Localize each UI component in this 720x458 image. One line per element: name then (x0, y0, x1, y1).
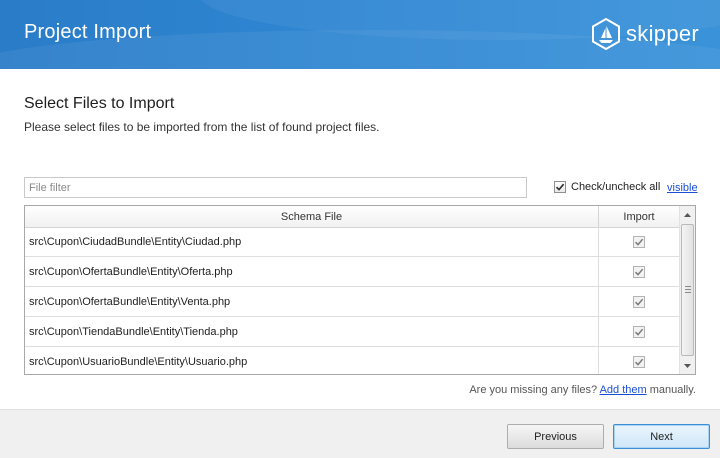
import-checkbox[interactable] (633, 295, 645, 308)
table-row[interactable]: src\Cupon\OfertaBundle\Entity\Venta.php (25, 287, 679, 317)
schema-file-cell: src\Cupon\OfertaBundle\Entity\Venta.php (25, 287, 599, 316)
table-row[interactable]: src\Cupon\OfertaBundle\Entity\Oferta.php (25, 257, 679, 287)
checkmark-icon (634, 268, 644, 276)
checkmark-icon (634, 298, 644, 306)
import-checkbox[interactable] (633, 325, 645, 338)
missing-files-text: Are you missing any files? (469, 384, 600, 396)
table-row[interactable]: src\Cupon\UsuarioBundle\Entity\Usuario.p… (25, 347, 679, 374)
import-cell (599, 317, 679, 346)
check-all-toggle[interactable]: Check/uncheck all (554, 181, 660, 193)
scroll-down-arrow-icon[interactable] (680, 357, 695, 374)
checkmark-icon (634, 328, 644, 336)
previous-button[interactable]: Previous (507, 424, 604, 449)
visible-link[interactable]: visible (667, 182, 698, 194)
schema-file-table: Schema File Import src\Cupon\CiudadBundl… (24, 205, 696, 375)
dialog-title: Project Import (24, 21, 152, 43)
brand-logo: skipper (592, 18, 699, 50)
brand-name: skipper (626, 21, 700, 46)
schema-file-cell: src\Cupon\UsuarioBundle\Entity\Usuario.p… (25, 347, 599, 374)
import-checkbox[interactable] (633, 235, 645, 248)
missing-files-suffix: manually. (646, 384, 696, 396)
import-checkbox[interactable] (633, 265, 645, 278)
grip-icon (685, 286, 691, 293)
next-button[interactable]: Next (613, 424, 710, 449)
section-description: Please select files to be imported from … (24, 120, 380, 134)
checkmark-icon (634, 238, 644, 246)
missing-files-note: Are you missing any files? Add them manu… (469, 384, 696, 396)
vertical-scrollbar[interactable] (679, 206, 695, 374)
add-them-link[interactable]: Add them (600, 384, 647, 396)
file-filter-box (24, 177, 527, 198)
table-row[interactable]: src\Cupon\CiudadBundle\Entity\Ciudad.php (25, 227, 679, 257)
dialog-footer: Previous Next (0, 409, 720, 458)
table-row[interactable]: src\Cupon\TiendaBundle\Entity\Tienda.php (25, 317, 679, 347)
dialog-header: Project Import skipper (0, 0, 720, 69)
checkmark-icon (634, 358, 644, 366)
import-cell (599, 287, 679, 316)
sailboat-icon (592, 18, 620, 50)
table-header: Schema File Import (25, 206, 679, 228)
check-all-label: Check/uncheck all (571, 181, 661, 193)
table-body: src\Cupon\CiudadBundle\Entity\Ciudad.php… (25, 227, 679, 374)
check-all-checkbox[interactable] (554, 181, 566, 193)
scroll-up-arrow-icon[interactable] (680, 206, 695, 223)
import-cell (599, 257, 679, 286)
import-cell (599, 227, 679, 256)
import-cell (599, 347, 679, 374)
file-filter-input[interactable] (25, 178, 526, 198)
schema-file-cell: src\Cupon\CiudadBundle\Entity\Ciudad.php (25, 227, 599, 256)
import-checkbox[interactable] (633, 355, 645, 368)
scrollbar-thumb[interactable] (681, 224, 694, 356)
section-title: Select Files to Import (24, 95, 175, 112)
column-header-import[interactable]: Import (599, 206, 679, 227)
column-header-schema-file[interactable]: Schema File (25, 206, 599, 227)
schema-file-cell: src\Cupon\TiendaBundle\Entity\Tienda.php (25, 317, 599, 346)
schema-file-cell: src\Cupon\OfertaBundle\Entity\Oferta.php (25, 257, 599, 286)
checkmark-icon (555, 183, 565, 191)
